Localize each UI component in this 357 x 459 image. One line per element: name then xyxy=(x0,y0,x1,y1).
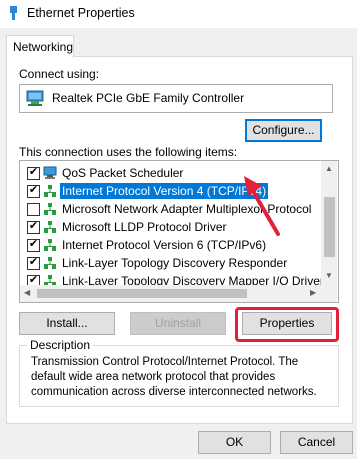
item-checkbox[interactable]: ✔ xyxy=(27,166,40,180)
ethernet-icon xyxy=(10,6,17,20)
item-label: Link-Layer Topology Discovery Responder xyxy=(62,256,288,270)
scroll-left-icon[interactable]: ◀ xyxy=(24,288,30,297)
adapter-name: Realtek PCIe GbE Family Controller xyxy=(52,91,245,105)
item-checkbox[interactable]: ✔ xyxy=(27,256,40,270)
description-text: Transmission Control Protocol/Internet P… xyxy=(31,356,317,398)
tab-networking[interactable]: Networking xyxy=(6,35,74,58)
network-adapter-icon xyxy=(26,90,44,106)
window-title: Ethernet Properties xyxy=(27,6,135,20)
item-label: Internet Protocol Version 6 (TCP/IPv6) xyxy=(62,238,267,252)
annotation-highlight-box xyxy=(235,307,339,342)
scroll-right-icon[interactable]: ▶ xyxy=(310,288,316,297)
item-checkbox[interactable]: ✔ xyxy=(27,220,40,234)
qos-scheduler-icon xyxy=(43,166,57,179)
configure-button[interactable]: Configure... xyxy=(245,119,322,142)
horizontal-scrollbar[interactable]: ◀ ▶ xyxy=(20,285,337,302)
annotation-arrow-icon xyxy=(244,176,280,236)
item-checkbox[interactable]: ✔ xyxy=(27,184,40,198)
uninstall-button[interactable]: Uninstall xyxy=(130,312,226,335)
title-bar: Ethernet Properties xyxy=(0,0,357,28)
item-label: Internet Protocol Version 4 (TCP/IPv4) xyxy=(60,183,269,199)
protocol-icon xyxy=(44,185,56,197)
scroll-up-icon[interactable]: ▲ xyxy=(325,164,333,173)
list-item[interactable]: ✔ Link-Layer Topology Discovery Responde… xyxy=(20,254,322,272)
items-label: This connection uses the following items… xyxy=(19,145,238,159)
item-checkbox[interactable] xyxy=(27,203,40,216)
install-button[interactable]: Install... xyxy=(19,312,115,335)
tab-label: Networking xyxy=(13,40,74,54)
protocol-icon xyxy=(44,221,56,233)
description-legend: Description xyxy=(27,338,94,352)
vertical-scrollbar[interactable]: ▲ ▼ xyxy=(321,161,337,285)
components-list[interactable]: ✔ QoS Packet Scheduler ✔ Internet Protoc… xyxy=(19,160,339,303)
item-label: Microsoft LLDP Protocol Driver xyxy=(62,220,227,234)
scroll-thumb[interactable] xyxy=(37,289,247,298)
protocol-icon xyxy=(44,239,56,251)
item-label: QoS Packet Scheduler xyxy=(62,166,184,180)
protocol-icon xyxy=(44,203,56,215)
ok-button[interactable]: OK xyxy=(198,431,271,454)
protocol-icon xyxy=(44,257,56,269)
scroll-thumb[interactable] xyxy=(324,197,335,257)
adapter-field: Realtek PCIe GbE Family Controller xyxy=(19,84,333,113)
connect-using-label: Connect using: xyxy=(19,67,100,81)
cancel-button[interactable]: Cancel xyxy=(280,431,353,454)
scroll-down-icon[interactable]: ▼ xyxy=(325,271,333,280)
item-checkbox[interactable]: ✔ xyxy=(27,238,40,252)
